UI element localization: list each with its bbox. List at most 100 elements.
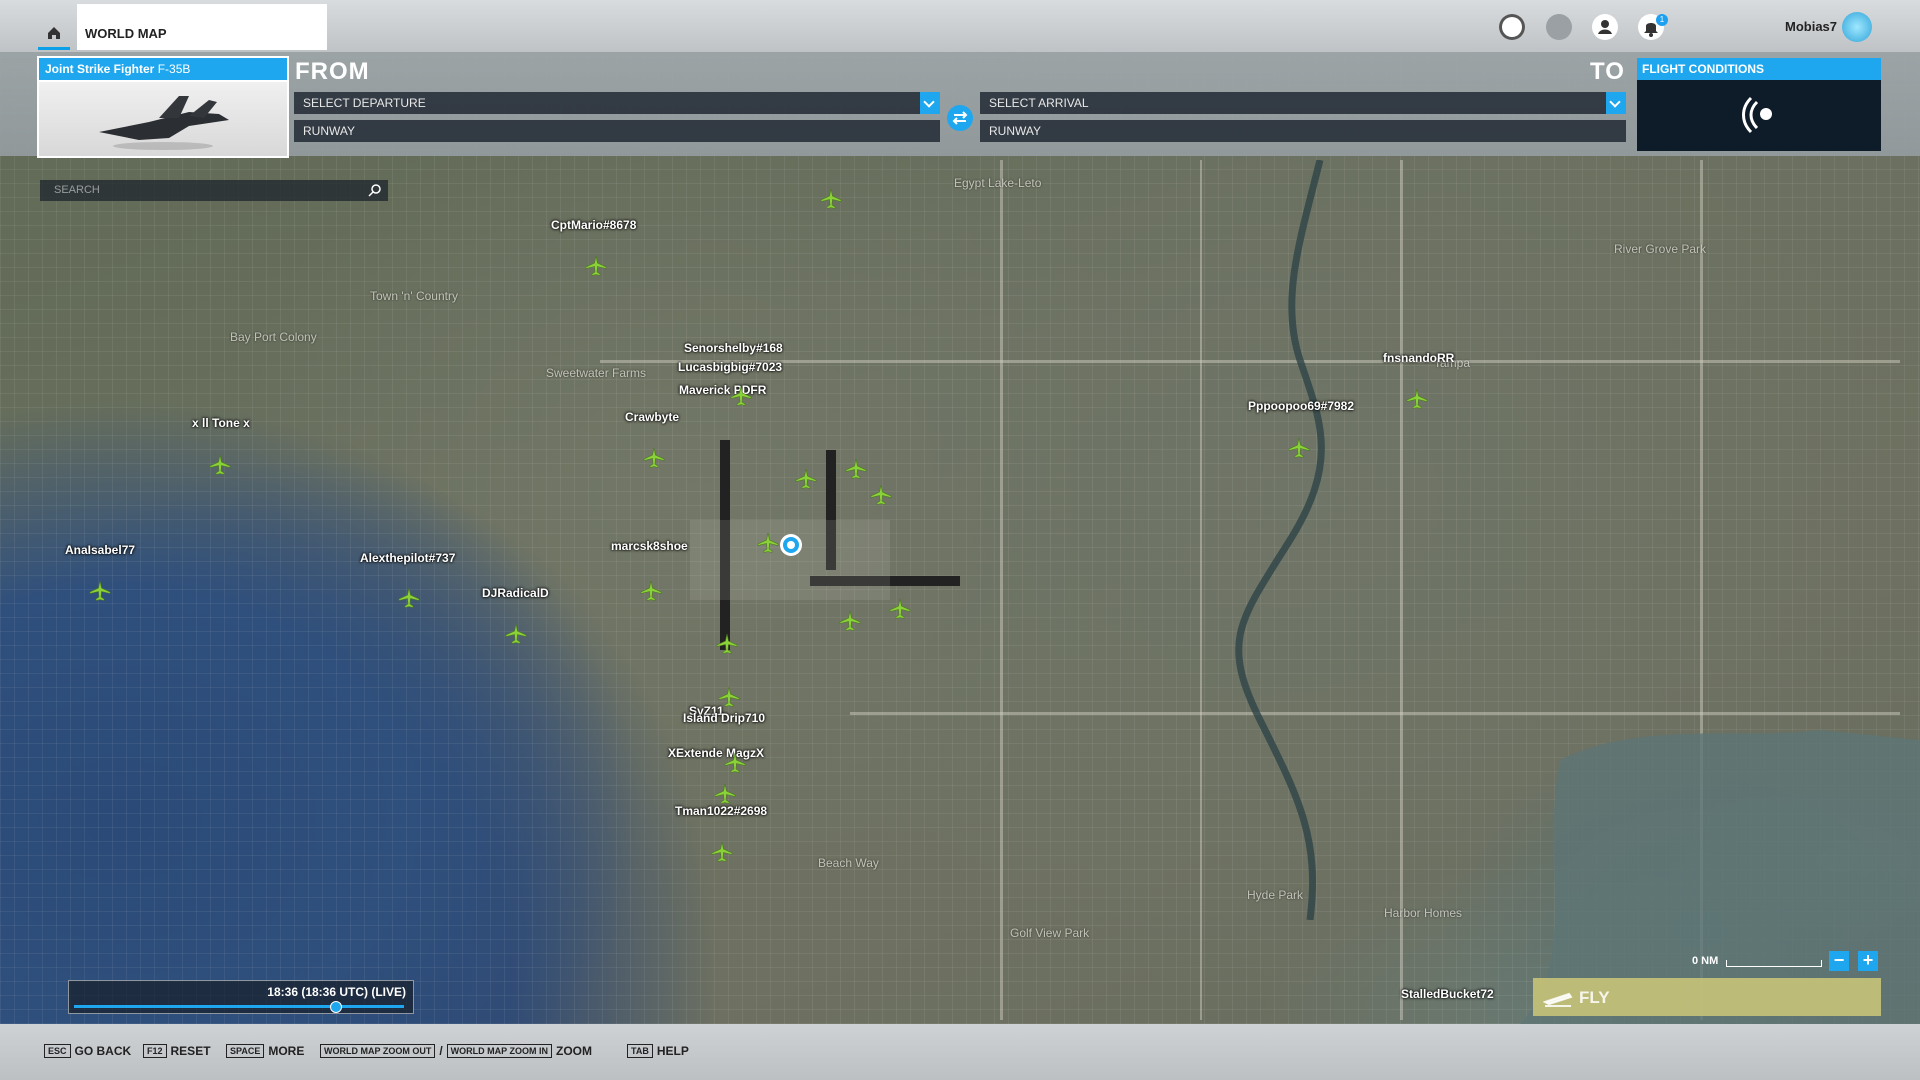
player-label[interactable]: fnsnandoRR [1383, 351, 1454, 365]
hint-label: RESET [170, 1044, 211, 1058]
hint-zoom[interactable]: WORLD MAP ZOOM OUT / WORLD MAP ZOOM IN ZOOM [320, 1044, 592, 1058]
plane-icon[interactable] [757, 532, 779, 554]
time-label: 18:36 (18:36 UTC) (LIVE) [267, 985, 406, 999]
place-label: Golf View Park [1010, 926, 1090, 940]
map-road [1000, 160, 1003, 1020]
departure-select[interactable]: SELECT DEPARTURE [294, 92, 940, 114]
place-label: Bay Port Colony [230, 330, 317, 344]
hint-separator: / [439, 1044, 443, 1058]
plane-icon[interactable] [209, 454, 231, 476]
plane-icon[interactable] [585, 255, 607, 277]
plane-icon[interactable] [889, 598, 911, 620]
search-icon[interactable] [368, 183, 382, 197]
plane-icon[interactable] [718, 686, 740, 708]
player-label[interactable]: x ll Tone x [192, 416, 250, 430]
plane-icon[interactable] [1288, 437, 1310, 459]
plane-icon[interactable] [640, 580, 662, 602]
hint-more[interactable]: SPACE MORE [226, 1044, 304, 1058]
plane-icon[interactable] [724, 752, 746, 774]
hint-label: GO BACK [74, 1044, 132, 1058]
tab-world-map[interactable]: WORLD MAP [77, 4, 327, 50]
swap-route-button[interactable] [947, 105, 973, 131]
place-label: Harbor Homes [1384, 906, 1463, 920]
time-slider-panel[interactable]: 18:36 (18:36 UTC) (LIVE) [68, 980, 414, 1014]
aircraft-selector[interactable]: Joint Strike Fighter F-35B [37, 56, 289, 158]
departure-placeholder: SELECT DEPARTURE [303, 96, 426, 110]
key-esc: ESC [44, 1044, 71, 1058]
player-label[interactable]: Crawbyte [625, 410, 679, 424]
aircraft-brand: Joint Strike Fighter [45, 62, 155, 76]
player-label[interactable]: Island Drip710 [683, 711, 765, 725]
plane-icon[interactable] [839, 610, 861, 632]
arrival-runway[interactable]: RUNWAY [980, 120, 1626, 142]
flight-conditions-panel[interactable]: FLIGHT CONDITIONS [1637, 58, 1881, 151]
rank-gem-icon[interactable] [1842, 12, 1872, 42]
player-label[interactable]: Lucasbigbig#7023 [678, 360, 782, 374]
departure-runway-label: RUNWAY [303, 124, 355, 138]
airport-marker-icon[interactable] [778, 532, 804, 563]
player-label[interactable]: Senorshelby#168 [684, 341, 783, 355]
departure-runway[interactable]: RUNWAY [294, 120, 940, 142]
home-button[interactable] [38, 14, 70, 50]
key-f12: F12 [143, 1044, 167, 1058]
plane-icon[interactable] [716, 633, 738, 655]
player-label[interactable]: CptMario#8678 [551, 218, 636, 232]
home-active-indicator [38, 47, 70, 50]
plane-icon[interactable] [398, 587, 420, 609]
time-slider-track[interactable] [74, 1001, 404, 1013]
chevron-down-icon[interactable] [1606, 92, 1626, 114]
hint-label: HELP [656, 1044, 689, 1058]
key-tab: TAB [627, 1044, 653, 1058]
place-label: River Grove Park [1614, 242, 1707, 256]
top-bar: WORLD MAP 1 Mobias7 [0, 0, 1920, 52]
profile-icon[interactable] [1592, 14, 1618, 40]
player-label[interactable]: Pppoopoo69#7982 [1248, 399, 1354, 413]
plane-icon[interactable] [1406, 388, 1428, 410]
search-input[interactable]: SEARCH [40, 180, 388, 201]
takeoff-icon [1543, 992, 1573, 1007]
world-map[interactable]: Egypt Lake-Leto River Grove Park Town 'n… [0, 0, 1920, 1080]
player-label[interactable]: AnaIsabel77 [65, 543, 135, 557]
key-zoom-out: WORLD MAP ZOOM OUT [320, 1044, 436, 1058]
plane-icon[interactable] [795, 468, 817, 490]
key-space: SPACE [226, 1044, 265, 1058]
plane-icon[interactable] [870, 484, 892, 506]
tab-world-map-label: WORLD MAP [85, 26, 167, 41]
zoom-out-button[interactable]: − [1829, 951, 1849, 971]
hint-help[interactable]: TAB HELP [627, 1044, 689, 1058]
plane-icon[interactable] [845, 458, 867, 480]
plane-icon[interactable] [505, 623, 527, 645]
player-label[interactable]: Alexthepilot#737 [360, 551, 455, 565]
search-placeholder: SEARCH [54, 184, 100, 196]
multiplayer-icon[interactable] [1546, 14, 1572, 40]
fly-label: FLY [1579, 988, 1610, 1007]
hint-go-back[interactable]: ESC GO BACK [44, 1044, 131, 1058]
player-label[interactable]: Tman1022#2698 [675, 804, 767, 818]
plane-icon[interactable] [643, 447, 665, 469]
zoom-in-button[interactable]: + [1858, 951, 1878, 971]
plane-icon[interactable] [89, 580, 111, 602]
map-scale-bar [1726, 960, 1822, 967]
player-label[interactable]: DJRadicalD [482, 586, 549, 600]
chevron-down-icon[interactable] [920, 92, 940, 114]
username[interactable]: Mobias7 [1785, 19, 1837, 34]
player-label[interactable]: StalledBucket72 [1401, 987, 1494, 1001]
arrival-select[interactable]: SELECT ARRIVAL [980, 92, 1626, 114]
fly-button[interactable]: FLY [1533, 978, 1881, 1016]
player-label[interactable]: marcsk8shoe [611, 539, 688, 553]
player-label[interactable]: XExtende MagzX [668, 746, 764, 760]
time-slider-thumb[interactable] [329, 1001, 342, 1013]
activity-icon[interactable] [1499, 14, 1525, 40]
player-label[interactable]: Maverick PDFR [679, 383, 766, 397]
to-label: TO [1590, 58, 1625, 85]
jet-icon [99, 96, 229, 150]
place-label: Beach Way [818, 856, 879, 870]
hint-reset[interactable]: F12 RESET [143, 1044, 211, 1058]
plane-icon[interactable] [730, 385, 752, 407]
place-label: Hyde Park [1247, 888, 1304, 902]
aircraft-title: Joint Strike Fighter F-35B [39, 58, 287, 80]
plane-icon[interactable] [711, 841, 733, 863]
plane-icon[interactable] [820, 188, 842, 210]
plane-icon[interactable] [714, 783, 736, 805]
place-label: Town 'n' Country [370, 289, 458, 303]
